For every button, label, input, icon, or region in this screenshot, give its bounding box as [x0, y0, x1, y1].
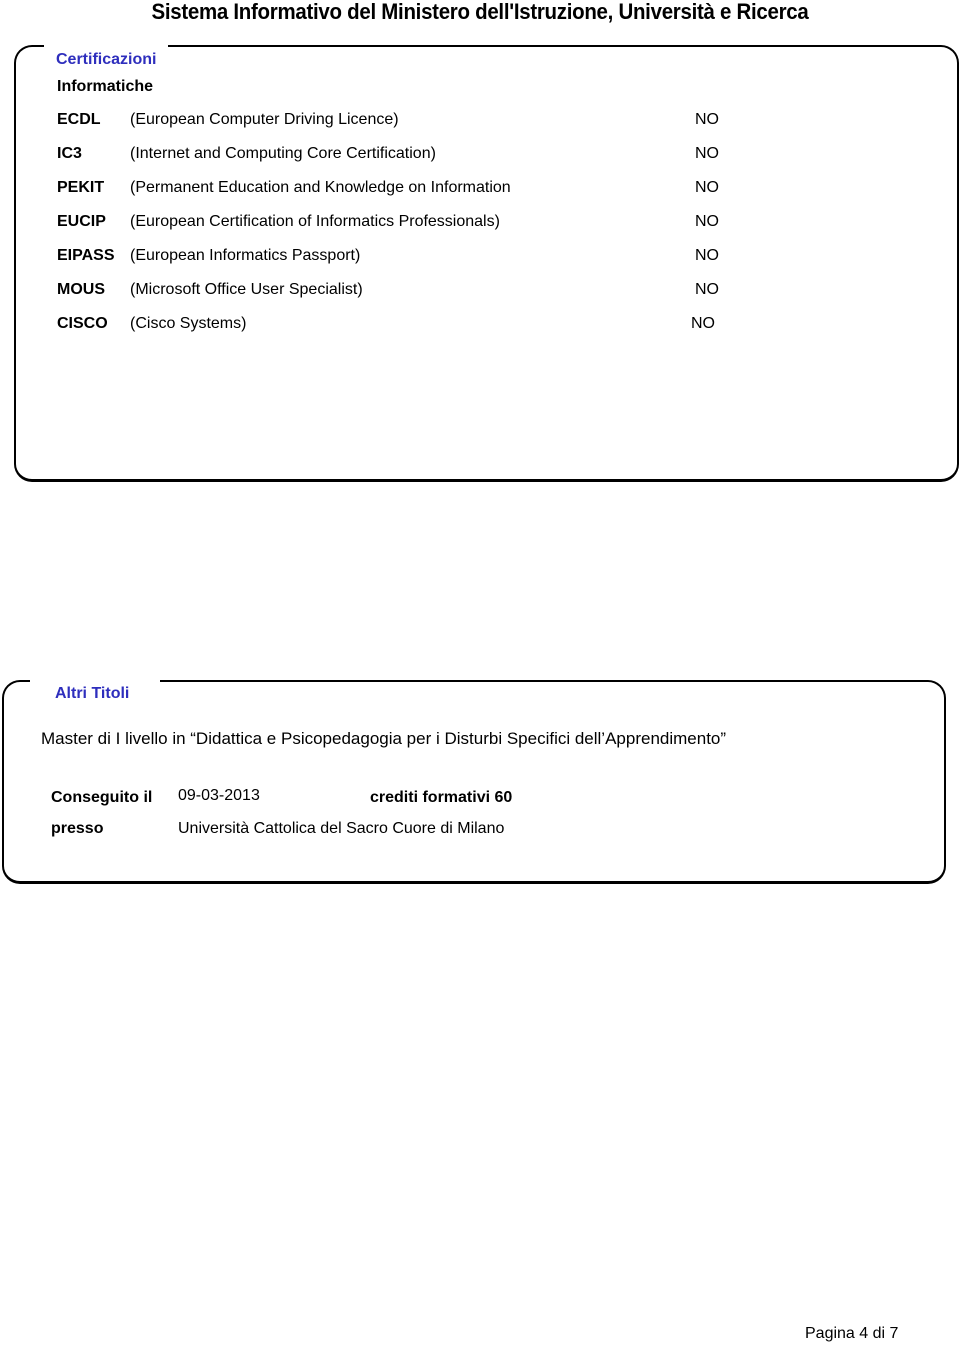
cert-code: CISCO: [57, 315, 108, 332]
crediti-formativi: crediti formativi 60: [370, 789, 513, 806]
cert-value: NO: [695, 281, 719, 298]
cert-row-eipass: EIPASS (European Informatics Passport) N…: [57, 247, 737, 269]
cert-value: NO: [691, 315, 715, 332]
cert-row-eucip: EUCIP (European Certification of Informa…: [57, 213, 737, 235]
cert-row-mous: MOUS (Microsoft Office User Specialist) …: [57, 281, 737, 303]
page-number: Pagina 4 di 7: [805, 1325, 899, 1342]
certificazioni-title: Certificazioni: [56, 51, 157, 69]
cert-value: NO: [695, 213, 719, 230]
cert-description: (Internet and Computing Core Certificati…: [130, 145, 436, 162]
conseguito-value: 09-03-2013: [178, 787, 260, 804]
cert-code: ECDL: [57, 111, 101, 128]
cert-description: (Microsoft Office User Specialist): [130, 281, 363, 298]
cert-code: EIPASS: [57, 247, 115, 264]
cert-description: (Cisco Systems): [130, 315, 247, 332]
presso-label: presso: [51, 820, 104, 837]
conseguito-label: Conseguito il: [51, 789, 153, 806]
cert-code: MOUS: [57, 281, 105, 298]
altri-titoli-title: Altri Titoli: [55, 685, 130, 703]
cert-code: PEKIT: [57, 179, 105, 196]
frame-gap: [30, 678, 160, 684]
cert-description: (European Informatics Passport): [130, 247, 361, 264]
altri-titoli-frame: [2, 680, 946, 884]
cert-value: NO: [695, 111, 719, 128]
cert-code: EUCIP: [57, 213, 106, 230]
cert-row-pekit: PEKIT (Permanent Education and Knowledge…: [57, 179, 737, 201]
cert-value: NO: [695, 247, 719, 264]
certificazioni-subtitle: Informatiche: [57, 78, 154, 95]
cert-row-cisco: CISCO (Cisco Systems) NO: [57, 315, 737, 337]
cert-code: IC3: [57, 145, 82, 162]
cert-description: (Permanent Education and Knowledge on In…: [130, 179, 511, 196]
master-title: Master di I livello in “Didattica e Psic…: [41, 729, 727, 748]
frame-gap: [44, 43, 168, 49]
presso-value: Università Cattolica del Sacro Cuore di …: [178, 820, 505, 837]
cert-description: (European Certification of Informatics P…: [130, 213, 500, 230]
cert-value: NO: [695, 145, 719, 162]
cert-value: NO: [695, 179, 719, 196]
page-title: Sistema Informativo del Ministero dell'I…: [151, 0, 809, 24]
cert-row-ecdl: ECDL (European Computer Driving Licence)…: [57, 111, 737, 133]
cert-description: (European Computer Driving Licence): [130, 111, 399, 128]
cert-row-ic3: IC3 (Internet and Computing Core Certifi…: [57, 145, 737, 167]
